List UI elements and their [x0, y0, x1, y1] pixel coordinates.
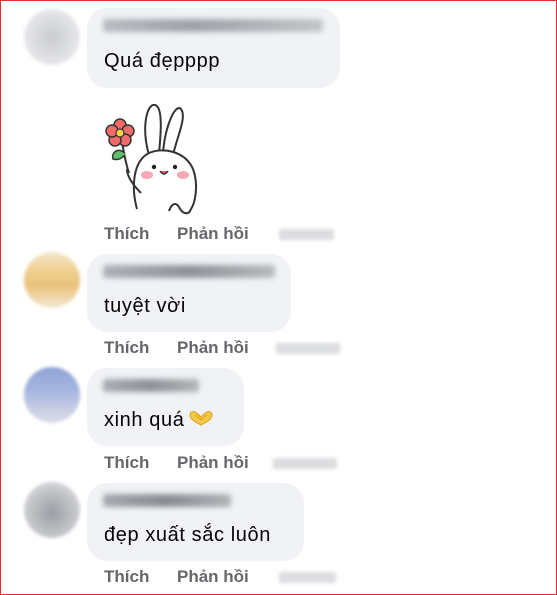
like-button[interactable]: Thích — [104, 224, 149, 244]
reply-button[interactable]: Phản hồi — [177, 338, 249, 358]
heart-hands-icon — [189, 409, 213, 432]
avatar[interactable] — [24, 9, 80, 65]
reply-button[interactable]: Phản hồi — [177, 567, 249, 587]
comment-text: xinh quá — [104, 409, 213, 432]
avatar[interactable] — [24, 482, 80, 538]
comment-bubble: đẹp xuất sắc luôn — [87, 483, 304, 561]
author-name-redacted[interactable] — [103, 265, 275, 278]
avatar[interactable] — [24, 252, 80, 308]
timestamp-redacted[interactable] — [279, 572, 336, 583]
reply-button[interactable]: Phản hồi — [177, 224, 249, 244]
comment-bubble: xinh quá — [87, 368, 244, 446]
timestamp-redacted[interactable] — [279, 229, 334, 240]
avatar[interactable] — [24, 367, 80, 423]
reply-button[interactable]: Phản hồi — [177, 453, 249, 473]
comment-text: tuyệt vời — [104, 295, 186, 317]
like-button[interactable]: Thích — [104, 453, 149, 473]
author-name-redacted[interactable] — [103, 379, 199, 392]
like-button[interactable]: Thích — [104, 338, 149, 358]
comment-text: Quá đẹpppp — [104, 50, 221, 72]
timestamp-redacted[interactable] — [276, 343, 340, 354]
comment-bubble: tuyệt vời — [87, 254, 291, 332]
comment-text-content: xinh quá — [104, 409, 185, 431]
bunny-sticker — [105, 104, 198, 215]
comment-text: đẹp xuất sắc luôn — [104, 524, 271, 546]
like-button[interactable]: Thích — [104, 567, 149, 587]
comment-thread: Quá đẹpppp Thích Phản hồi tuyệt vời Thíc… — [0, 0, 557, 595]
comment-bubble: Quá đẹpppp — [87, 8, 340, 88]
author-name-redacted[interactable] — [103, 494, 231, 507]
timestamp-redacted[interactable] — [273, 458, 337, 469]
author-name-redacted[interactable] — [103, 19, 323, 32]
